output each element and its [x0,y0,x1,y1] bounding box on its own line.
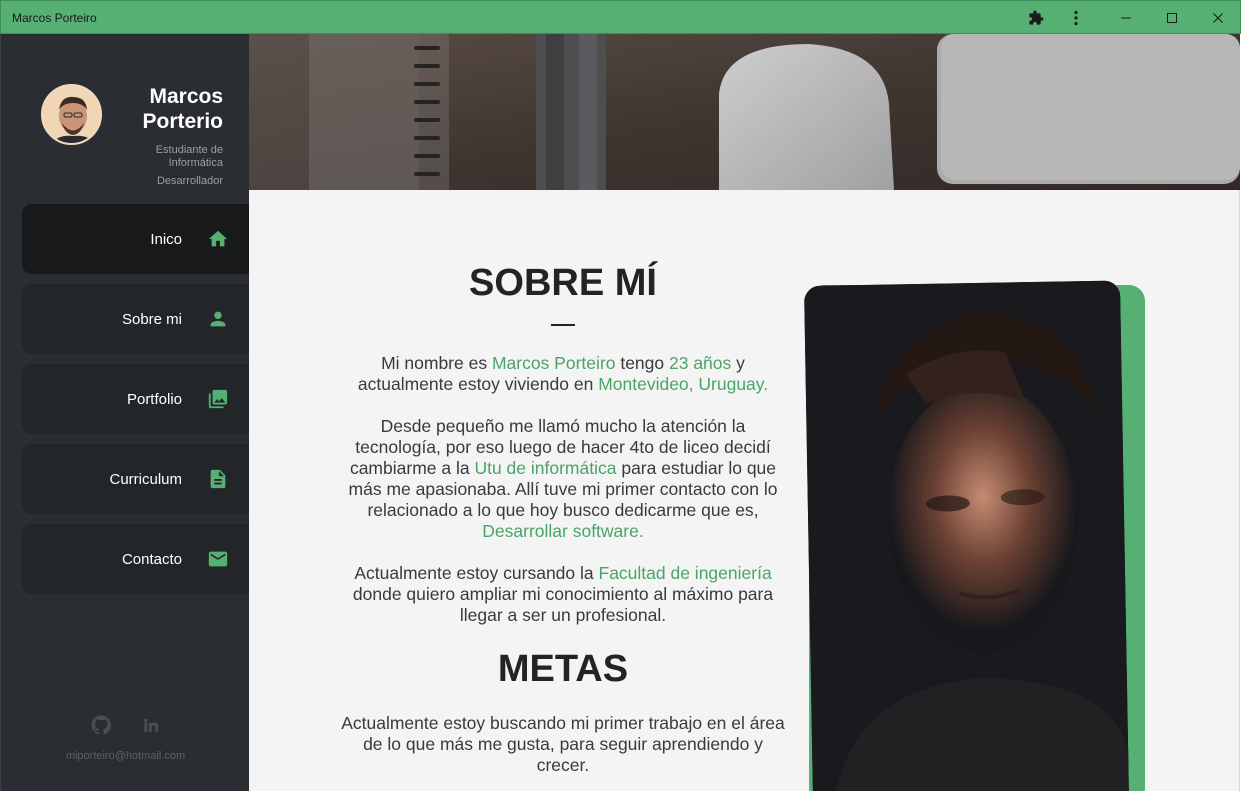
mail-icon [206,547,230,571]
window-titlebar: Marcos Porteiro [0,0,1241,34]
nav-item-label: Contacto [121,550,182,568]
profile-role-secondary: Desarrollador [156,175,223,187]
nav-item-sobre-mi[interactable]: Sobre mi [22,284,250,354]
home-icon [206,227,230,251]
profile-photo [804,280,1130,791]
about-title: SOBRE MÍ [469,262,657,304]
person-icon [206,307,230,331]
goals-paragraph: Actualmente estoy buscando mi primer tra… [341,713,785,775]
nav-item-label: Curriculum [109,470,182,488]
document-icon [206,467,230,491]
goals-title: METAS [497,648,629,690]
more-vertical-icon[interactable] [1053,1,1099,34]
about-paragraph-1: Mi nombre es Marcos Porteiro tengo 23 añ… [357,353,769,394]
nav-item-label: Inico [150,230,182,248]
nav-item-curriculum[interactable]: Curriculum [22,444,250,514]
minimize-icon[interactable] [1103,1,1149,34]
profile-name: Marcos Porterio [142,85,223,133]
photo-library-icon [206,387,230,411]
nav-item-contacto[interactable]: Contacto [22,524,250,594]
title-divider [551,324,575,326]
main-content: SOBRE MÍ Mi nombre es Marcos Porteiro te… [249,190,1240,791]
nav-item-label: Sobre mi [121,310,182,328]
window-title: Marcos Porteiro [12,11,97,25]
sidebar: Marcos Porterio Estudiante de Informátic… [0,34,250,791]
about-paragraph-3: Actualmente estoy cursando la Facultad d… [352,563,774,625]
linkedin-icon[interactable] [140,714,162,736]
close-icon[interactable] [1195,1,1241,34]
nav-item-label: Portfolio [126,390,182,408]
nav-item-inicio[interactable]: Inico [22,204,250,274]
maximize-icon[interactable] [1149,1,1195,34]
nav-item-portfolio[interactable]: Portfolio [22,364,250,434]
github-icon[interactable] [90,714,112,736]
profile-role: Estudiante de Informática [155,144,223,169]
hero-banner-image [249,34,1240,190]
contact-email[interactable]: miporteiro@hotmail.com [1,750,250,762]
about-paragraph-2: Desde pequeño me llamó mucho la atención… [348,416,778,541]
